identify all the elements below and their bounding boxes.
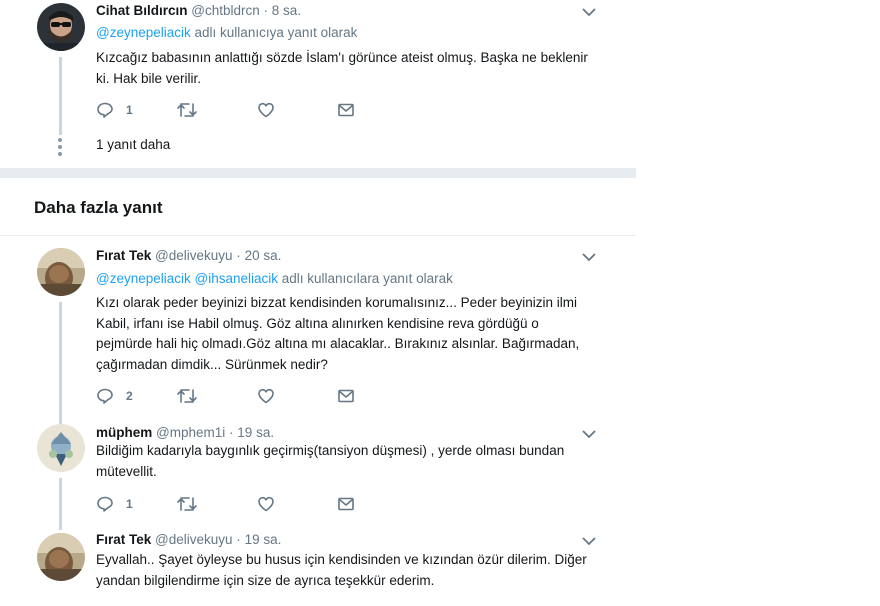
divider-line bbox=[0, 235, 636, 236]
tweet-text-line: pejmürde hali hiç olmadı.Göz altına mı a… bbox=[96, 336, 580, 351]
section-title: Daha fazla yanıt bbox=[34, 198, 163, 217]
tweet-header: Fırat Tek @delivekuyu · 20 sa. bbox=[96, 248, 281, 263]
section-divider bbox=[0, 168, 636, 178]
reply-button[interactable]: 1 bbox=[96, 100, 133, 120]
tweet-header: Fırat Tek @delivekuyu · 19 sa. bbox=[96, 532, 281, 547]
tweet-text-line: ki. Hak bile verilir. bbox=[96, 70, 202, 86]
mention-link[interactable]: @zeynepeliacik bbox=[96, 25, 191, 40]
tweet-text: Kızı olarak peder beyinizi bizzat kendis… bbox=[96, 293, 606, 375]
reply-context: @zeynepeliacik @ihsaneliacik adlı kullan… bbox=[96, 271, 453, 286]
tweet-text-line: Eyvallah.. Şayet öyleyse bu husus için k… bbox=[96, 552, 587, 567]
reply-count: 1 bbox=[126, 497, 133, 511]
author-handle[interactable]: @chtbldrcn bbox=[191, 3, 259, 18]
thread-line bbox=[59, 57, 62, 135]
like-button[interactable] bbox=[257, 494, 275, 514]
avatar-firat[interactable] bbox=[37, 533, 85, 581]
reply-context-label: adlı kullanıcıya yanıt olarak bbox=[194, 25, 358, 40]
tweet-time[interactable]: 19 sa. bbox=[245, 532, 282, 547]
chevron-down-icon[interactable] bbox=[582, 252, 596, 262]
tweet-text: Bildiğim kadarıyla baygınlık geçirmiş(ta… bbox=[96, 441, 606, 482]
envelope-icon bbox=[338, 389, 354, 403]
tweet-time[interactable]: 8 sa. bbox=[272, 3, 301, 18]
author-name[interactable]: Fırat Tek bbox=[96, 248, 151, 263]
reply-context-label: adlı kullanıcılara yanıt olarak bbox=[281, 271, 453, 286]
retweet-icon bbox=[177, 497, 197, 511]
retweet-icon bbox=[177, 103, 197, 117]
more-replies-link[interactable]: 1 yanıt daha bbox=[96, 137, 170, 152]
chevron-down-icon[interactable] bbox=[582, 536, 596, 546]
mention-link[interactable]: @zeynepeliacik @ihsaneliacik bbox=[96, 271, 278, 286]
tweet-header: Cihat Bıldırcın @chtbldrcn · 8 sa. bbox=[96, 3, 301, 18]
dm-button[interactable] bbox=[337, 386, 355, 406]
separator-dot: · bbox=[236, 532, 241, 547]
envelope-icon bbox=[338, 103, 354, 117]
tweet-text: Kızcağız babasının anlattığı sözde İslam… bbox=[96, 48, 606, 89]
more-replies-dots bbox=[58, 138, 62, 159]
tweet-header: müphem @mphem1i · 19 sa. bbox=[96, 425, 274, 440]
tweet-time[interactable]: 20 sa. bbox=[245, 248, 282, 263]
author-name[interactable]: Cihat Bıldırcın bbox=[96, 3, 188, 18]
heart-icon bbox=[258, 102, 274, 118]
reply-icon bbox=[97, 496, 113, 512]
author-handle[interactable]: @delivekuyu bbox=[155, 248, 233, 263]
avatar-muphem[interactable] bbox=[37, 424, 85, 472]
tweet-text-line: çağırmadan dimdik... Sürünmek nedir? bbox=[96, 356, 328, 372]
reply-context: @zeynepeliacik adlı kullanıcıya yanıt ol… bbox=[96, 25, 357, 40]
reply-count: 1 bbox=[126, 103, 133, 117]
avatar-cihat[interactable] bbox=[37, 3, 85, 51]
author-name[interactable]: müphem bbox=[96, 425, 152, 440]
retweet-button[interactable] bbox=[176, 386, 198, 406]
dm-button[interactable] bbox=[337, 100, 355, 120]
tweet-text: Eyvallah.. Şayet öyleyse bu husus için k… bbox=[96, 550, 606, 591]
reply-icon bbox=[97, 388, 113, 404]
tweet-text-line: mütevellit. bbox=[96, 463, 157, 479]
tweet-text-line: yandan bilgilendirme için size de ayrıca… bbox=[96, 572, 435, 588]
chevron-down-icon[interactable] bbox=[582, 429, 596, 439]
separator-dot: · bbox=[229, 425, 234, 440]
heart-icon bbox=[258, 388, 274, 404]
chevron-down-icon[interactable] bbox=[582, 7, 596, 17]
reply-count: 2 bbox=[126, 389, 133, 403]
tweet-time[interactable]: 19 sa. bbox=[237, 425, 274, 440]
thread-line bbox=[59, 478, 62, 530]
heart-icon bbox=[258, 496, 274, 512]
separator-dot: · bbox=[263, 3, 269, 18]
tweet-text-line: Bildiğim kadarıyla baygınlık geçirmiş(ta… bbox=[96, 443, 565, 458]
retweet-icon bbox=[177, 389, 197, 403]
reply-button[interactable]: 2 bbox=[96, 386, 133, 406]
tweet-text-line: Kızı olarak peder beyinizi bizzat kendis… bbox=[96, 295, 577, 310]
reply-icon bbox=[97, 102, 113, 118]
avatar-firat[interactable] bbox=[37, 248, 85, 296]
author-handle[interactable]: @mphem1i bbox=[156, 425, 225, 440]
like-button[interactable] bbox=[257, 100, 275, 120]
thread-line bbox=[59, 302, 62, 418]
like-button[interactable] bbox=[257, 386, 275, 406]
separator-dot: · bbox=[236, 248, 241, 263]
tweet-text-line: Kabil, irfanı ise Habil olmuş. Göz altın… bbox=[96, 315, 539, 331]
envelope-icon bbox=[338, 497, 354, 511]
author-handle[interactable]: @delivekuyu bbox=[155, 532, 233, 547]
retweet-button[interactable] bbox=[176, 100, 198, 120]
retweet-button[interactable] bbox=[176, 494, 198, 514]
reply-button[interactable]: 1 bbox=[96, 494, 133, 514]
author-name[interactable]: Fırat Tek bbox=[96, 532, 151, 547]
tweet-text-line: Kızcağız babasının anlattığı sözde İslam… bbox=[96, 50, 588, 65]
dm-button[interactable] bbox=[337, 494, 355, 514]
